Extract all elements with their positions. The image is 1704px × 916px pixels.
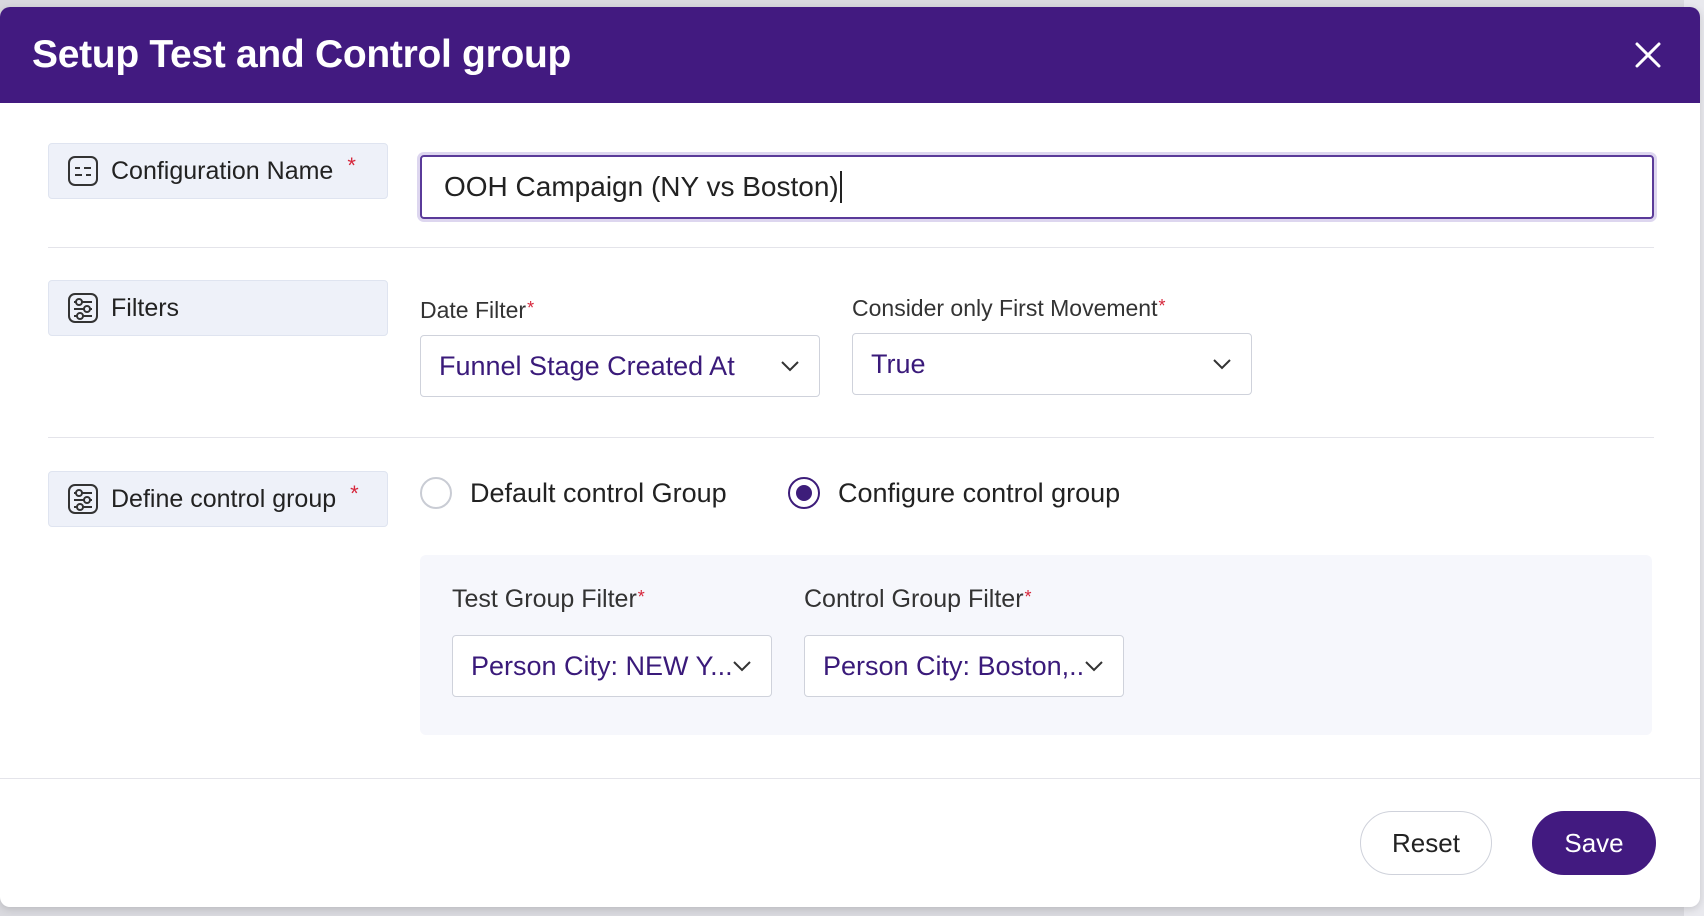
- control-group-filter-select[interactable]: Person City: Boston,...: [804, 635, 1124, 697]
- date-filter-select[interactable]: Funnel Stage Created At: [420, 335, 820, 397]
- chevron-down-icon: [731, 655, 753, 677]
- radio-default-control-group[interactable]: Default control Group: [420, 477, 727, 509]
- chevron-down-icon: [779, 355, 801, 377]
- first-movement-label: Consider only First Movement*: [852, 295, 1166, 321]
- test-group-filter-label: Test Group Filter*: [452, 585, 645, 613]
- control-group-label-box: Define control group *: [48, 471, 388, 527]
- required-mark: *: [347, 153, 356, 178]
- save-button[interactable]: Save: [1532, 811, 1656, 875]
- test-group-filter-select[interactable]: Person City: NEW Y...: [452, 635, 772, 697]
- test-group-filter-value: Person City: NEW Y...: [471, 650, 732, 681]
- first-movement-select[interactable]: True: [852, 333, 1252, 395]
- dialog-title: Setup Test and Control group: [32, 33, 572, 76]
- radio-configure-label: Configure control group: [838, 477, 1121, 508]
- close-button[interactable]: [1628, 35, 1668, 75]
- configuration-name-value: OOH Campaign (NY vs Boston): [444, 171, 839, 202]
- dialog-header: Setup Test and Control group: [0, 7, 1700, 103]
- chevron-down-icon: [1084, 655, 1105, 677]
- sliders-icon: [65, 481, 101, 517]
- filters-label: Filters: [111, 293, 180, 322]
- radio-button[interactable]: [420, 477, 452, 509]
- first-movement-value: True: [871, 348, 926, 379]
- config-name-label-box: Configuration Name *: [48, 143, 388, 199]
- radio-configure-control-group[interactable]: Configure control group: [788, 477, 1120, 509]
- form-field-icon: [65, 153, 101, 189]
- control-group-label: Define control group: [111, 484, 337, 513]
- radio-button-checked[interactable]: [788, 477, 820, 509]
- date-filter-label: Date Filter*: [420, 297, 535, 323]
- reset-button[interactable]: Reset: [1360, 811, 1492, 875]
- radio-default-label: Default control Group: [470, 477, 727, 508]
- sliders-icon: [65, 290, 101, 326]
- chevron-down-icon: [1211, 353, 1233, 375]
- config-name-label: Configuration Name: [111, 156, 334, 185]
- close-icon: [1635, 42, 1661, 68]
- filters-label-box: Filters: [48, 280, 388, 336]
- section-divider: [48, 247, 1654, 248]
- control-group-filter-value: Person City: Boston,...: [823, 650, 1084, 681]
- required-mark: *: [350, 481, 359, 506]
- control-group-filter-label: Control Group Filter*: [804, 585, 1032, 613]
- text-caret: [839, 171, 842, 203]
- date-filter-value: Funnel Stage Created At: [439, 350, 735, 381]
- setup-dialog: Setup Test and Control group Configurati…: [0, 7, 1700, 907]
- section-divider: [48, 437, 1654, 438]
- configuration-name-input[interactable]: OOH Campaign (NY vs Boston): [420, 155, 1654, 219]
- footer-divider: [0, 778, 1700, 779]
